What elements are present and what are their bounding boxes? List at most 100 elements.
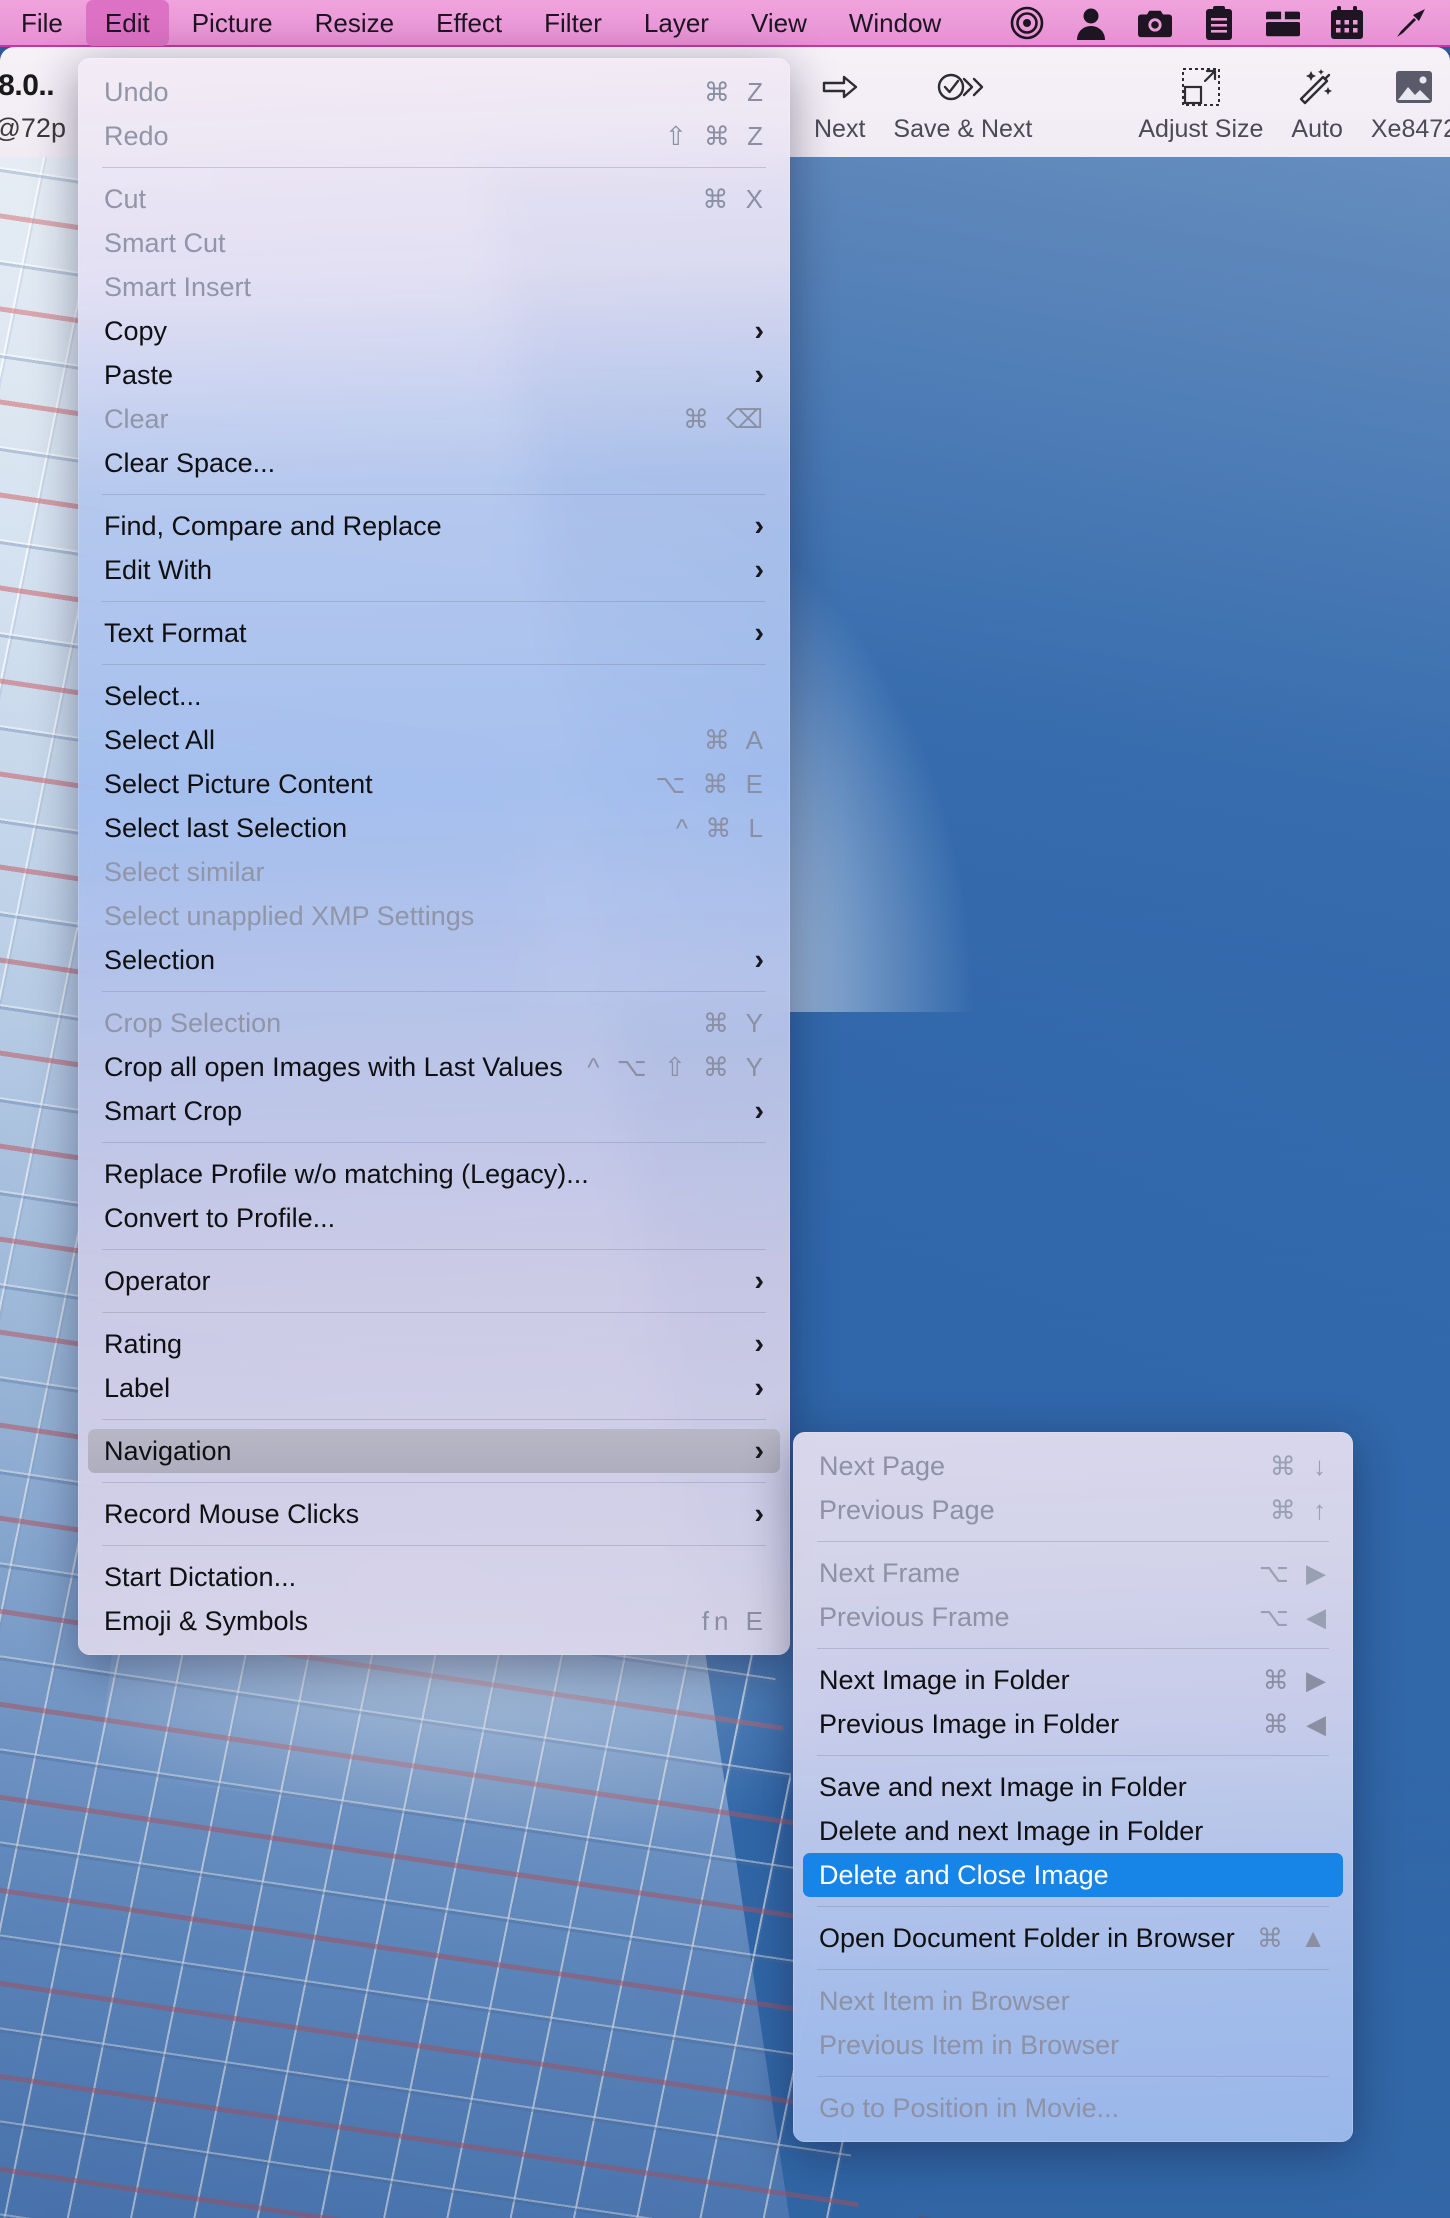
- menu-item-label: Convert to Profile...: [104, 1202, 336, 1233]
- target-icon[interactable]: [1010, 6, 1044, 40]
- menu-item-selection[interactable]: Selection ›: [78, 938, 790, 982]
- menu-item-rating[interactable]: Rating ›: [78, 1322, 790, 1366]
- menu-effect[interactable]: Effect: [417, 0, 521, 46]
- menu-item-smart-crop[interactable]: Smart Crop ›: [78, 1089, 790, 1133]
- submenu-item-shortcut: ⌘ ◀: [1262, 1708, 1331, 1739]
- toolbar-label: Save & Next: [893, 115, 1033, 143]
- menu-item-label: Operator: [104, 1265, 211, 1296]
- clipboard-icon[interactable]: [1202, 5, 1236, 40]
- menu-item-clear[interactable]: Clear ⌘ ⌫: [78, 397, 790, 441]
- navigation-submenu: Next Page ⌘ ↓ Previous Page ⌘ ↑ Next Fra…: [793, 1432, 1353, 2142]
- menu-item-crop-selection[interactable]: Crop Selection ⌘ Y: [78, 1001, 790, 1045]
- submenu-item-delete-and-next-image[interactable]: Delete and next Image in Folder: [793, 1809, 1353, 1853]
- menu-item-shortcut: ⇧ ⌘ Z: [664, 120, 768, 151]
- submenu-item-previous-image-in-folder[interactable]: Previous Image in Folder ⌘ ◀: [793, 1702, 1353, 1746]
- menu-item-select-similar[interactable]: Select similar: [78, 850, 790, 894]
- menu-item-label[interactable]: Label ›: [78, 1366, 790, 1410]
- menu-item-select-all[interactable]: Select All ⌘ A: [78, 718, 790, 762]
- image-icon: [1392, 61, 1436, 113]
- submenu-separator: [817, 2076, 1329, 2077]
- toolbar-button-auto[interactable]: Auto: [1277, 55, 1356, 150]
- menu-item-redo[interactable]: Redo ⇧ ⌘ Z: [78, 114, 790, 158]
- submenu-item-label: Previous Frame: [819, 1601, 1010, 1632]
- menu-edit[interactable]: Edit: [85, 0, 169, 46]
- menu-item-label: Text Format: [104, 617, 247, 648]
- menu-item-select-last-selection[interactable]: Select last Selection ^ ⌘ L: [78, 806, 790, 850]
- submenu-item-label: Previous Image in Folder: [819, 1708, 1120, 1739]
- user-icon[interactable]: [1074, 6, 1108, 40]
- toolbar-button-next[interactable]: Next: [800, 55, 879, 150]
- menu-item-label: Cut: [104, 183, 147, 214]
- pin-icon[interactable]: [1394, 6, 1428, 40]
- menu-item-emoji-symbols[interactable]: Emoji & Symbols fn E: [78, 1599, 790, 1643]
- submenu-item-shortcut: ⌘ ↓: [1269, 1450, 1331, 1481]
- menu-item-shortcut: ⌘ A: [703, 724, 768, 755]
- menu-item-convert-to-profile[interactable]: Convert to Profile...: [78, 1196, 790, 1240]
- box-icon[interactable]: [1266, 6, 1300, 40]
- chevron-right-icon: ›: [754, 1264, 764, 1297]
- menu-item-label: Smart Cut: [104, 227, 226, 258]
- menu-layer[interactable]: Layer: [625, 0, 728, 46]
- menu-separator: [102, 991, 766, 992]
- submenu-item-next-page[interactable]: Next Page ⌘ ↓: [793, 1444, 1353, 1488]
- submenu-item-go-to-position-in-movie[interactable]: Go to Position in Movie...: [793, 2086, 1353, 2130]
- submenu-item-save-and-next-image[interactable]: Save and next Image in Folder: [793, 1765, 1353, 1809]
- menu-item-crop-all-open-images[interactable]: Crop all open Images with Last Values ^ …: [78, 1045, 790, 1089]
- menu-resize[interactable]: Resize: [296, 0, 413, 46]
- calendar-icon[interactable]: [1330, 6, 1364, 40]
- submenu-item-next-item-in-browser[interactable]: Next Item in Browser: [793, 1979, 1353, 2023]
- submenu-separator: [817, 1648, 1329, 1649]
- toolbar-button-save-next[interactable]: Save & Next: [879, 55, 1046, 150]
- toolbar-button-adjust-size[interactable]: Adjust Size: [1124, 55, 1277, 150]
- menu-item-shortcut: ^ ⌘ L: [675, 812, 768, 843]
- menu-item-label: Copy: [104, 315, 168, 346]
- menu-item-paste[interactable]: Paste ›: [78, 353, 790, 397]
- submenu-item-open-document-folder-in-browser[interactable]: Open Document Folder in Browser ⌘ ▲: [793, 1916, 1353, 1960]
- submenu-item-next-image-in-folder[interactable]: Next Image in Folder ⌘ ▶: [793, 1658, 1353, 1702]
- menu-item-shortcut: ⌘ Y: [702, 1007, 768, 1038]
- menu-separator: [102, 494, 766, 495]
- menu-item-smart-cut[interactable]: Smart Cut: [78, 221, 790, 265]
- menu-item-label: Start Dictation...: [104, 1561, 297, 1592]
- menu-item-label: Smart Insert: [104, 271, 252, 302]
- check-arrow-icon: [936, 61, 990, 113]
- menu-item-smart-insert[interactable]: Smart Insert: [78, 265, 790, 309]
- menu-item-cut[interactable]: Cut ⌘ X: [78, 177, 790, 221]
- menu-bar-status-icons: [1010, 5, 1450, 40]
- menu-item-start-dictation[interactable]: Start Dictation...: [78, 1555, 790, 1599]
- submenu-item-next-frame[interactable]: Next Frame ⌥ ▶: [793, 1551, 1353, 1595]
- menu-item-find-compare-replace[interactable]: Find, Compare and Replace ›: [78, 504, 790, 548]
- menu-file[interactable]: File: [2, 0, 82, 46]
- menu-window[interactable]: Window: [830, 0, 960, 46]
- menu-item-label: Navigation: [104, 1435, 232, 1466]
- menu-item-undo[interactable]: Undo ⌘ Z: [78, 70, 790, 114]
- menu-item-record-mouse-clicks[interactable]: Record Mouse Clicks ›: [78, 1492, 790, 1536]
- menu-item-label: Emoji & Symbols: [104, 1605, 309, 1636]
- submenu-item-previous-item-in-browser[interactable]: Previous Item in Browser: [793, 2023, 1353, 2067]
- toolbar-label: Auto: [1291, 115, 1343, 143]
- menu-separator: [102, 1249, 766, 1250]
- menu-item-clear-space[interactable]: Clear Space...: [78, 441, 790, 485]
- submenu-item-previous-page[interactable]: Previous Page ⌘ ↑: [793, 1488, 1353, 1532]
- menu-item-operator[interactable]: Operator ›: [78, 1259, 790, 1303]
- menu-view[interactable]: View: [732, 0, 826, 46]
- menu-item-copy[interactable]: Copy ›: [78, 309, 790, 353]
- menu-item-replace-profile[interactable]: Replace Profile w/o matching (Legacy)...: [78, 1152, 790, 1196]
- menu-item-select[interactable]: Select...: [78, 674, 790, 718]
- camera-icon[interactable]: [1138, 6, 1172, 40]
- submenu-item-label: Save and next Image in Folder: [819, 1771, 1187, 1802]
- menu-item-text-format[interactable]: Text Format ›: [78, 611, 790, 655]
- menu-item-shortcut: ^ ⌥ ⇧ ⌘ Y: [587, 1051, 768, 1082]
- submenu-item-shortcut: ⌘ ▶: [1262, 1664, 1331, 1695]
- menu-filter[interactable]: Filter: [525, 0, 621, 46]
- submenu-item-previous-frame[interactable]: Previous Frame ⌥ ◀: [793, 1595, 1353, 1639]
- menu-item-select-unapplied-xmp[interactable]: Select unapplied XMP Settings: [78, 894, 790, 938]
- menu-item-label: Record Mouse Clicks: [104, 1498, 360, 1529]
- menu-item-navigation[interactable]: Navigation ›: [88, 1429, 780, 1473]
- menu-item-select-picture-content[interactable]: Select Picture Content ⌥ ⌘ E: [78, 762, 790, 806]
- menu-item-edit-with[interactable]: Edit With ›: [78, 548, 790, 592]
- submenu-item-delete-and-close-image[interactable]: Delete and Close Image: [803, 1853, 1343, 1897]
- menu-picture[interactable]: Picture: [173, 0, 292, 46]
- menu-item-label: Clear Space...: [104, 447, 276, 478]
- toolbar-button-image[interactable]: Xe8472: [1357, 55, 1450, 150]
